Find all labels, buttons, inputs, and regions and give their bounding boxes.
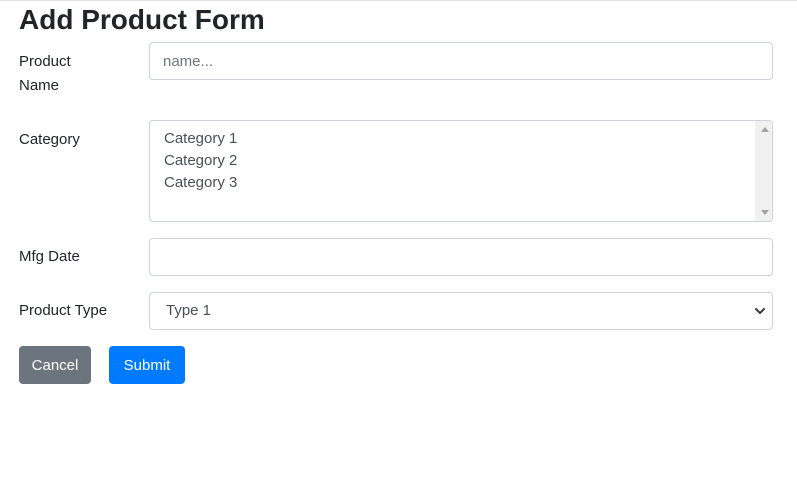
category-label: Category bbox=[19, 131, 80, 148]
product-type-select[interactable]: Type 1 bbox=[149, 292, 773, 330]
mfg-date-label: Mfg Date bbox=[19, 248, 80, 265]
chevron-down-icon bbox=[755, 308, 765, 314]
category-option-3[interactable]: Category 3 bbox=[164, 172, 772, 194]
mfg-date-input[interactable] bbox=[149, 238, 773, 276]
submit-button[interactable]: Submit bbox=[109, 346, 185, 384]
scroll-down-arrow-icon[interactable] bbox=[761, 210, 769, 215]
product-name-input[interactable] bbox=[149, 42, 773, 80]
category-option-1[interactable]: Category 1 bbox=[164, 128, 772, 150]
page-title: Add Product Form bbox=[19, 4, 265, 35]
category-row: Category Category 1 Category 2 Category … bbox=[19, 120, 774, 222]
cancel-button[interactable]: Cancel bbox=[19, 346, 91, 384]
product-name-row: Product Name bbox=[19, 42, 774, 102]
mfg-date-row: Mfg Date bbox=[19, 238, 774, 276]
product-type-row: Product Type Type 1 bbox=[19, 292, 774, 330]
form-actions: Cancel Submit bbox=[19, 346, 774, 384]
category-scrollbar[interactable] bbox=[755, 121, 772, 221]
product-type-label: Product Type bbox=[19, 302, 108, 319]
top-divider bbox=[0, 0, 797, 1]
product-name-label: Product Name bbox=[19, 53, 71, 94]
category-listbox[interactable]: Category 1 Category 2 Category 3 bbox=[149, 120, 773, 222]
scroll-up-arrow-icon[interactable] bbox=[761, 127, 769, 132]
product-type-selected-value: Type 1 bbox=[166, 302, 212, 319]
category-option-2[interactable]: Category 2 bbox=[164, 150, 772, 172]
